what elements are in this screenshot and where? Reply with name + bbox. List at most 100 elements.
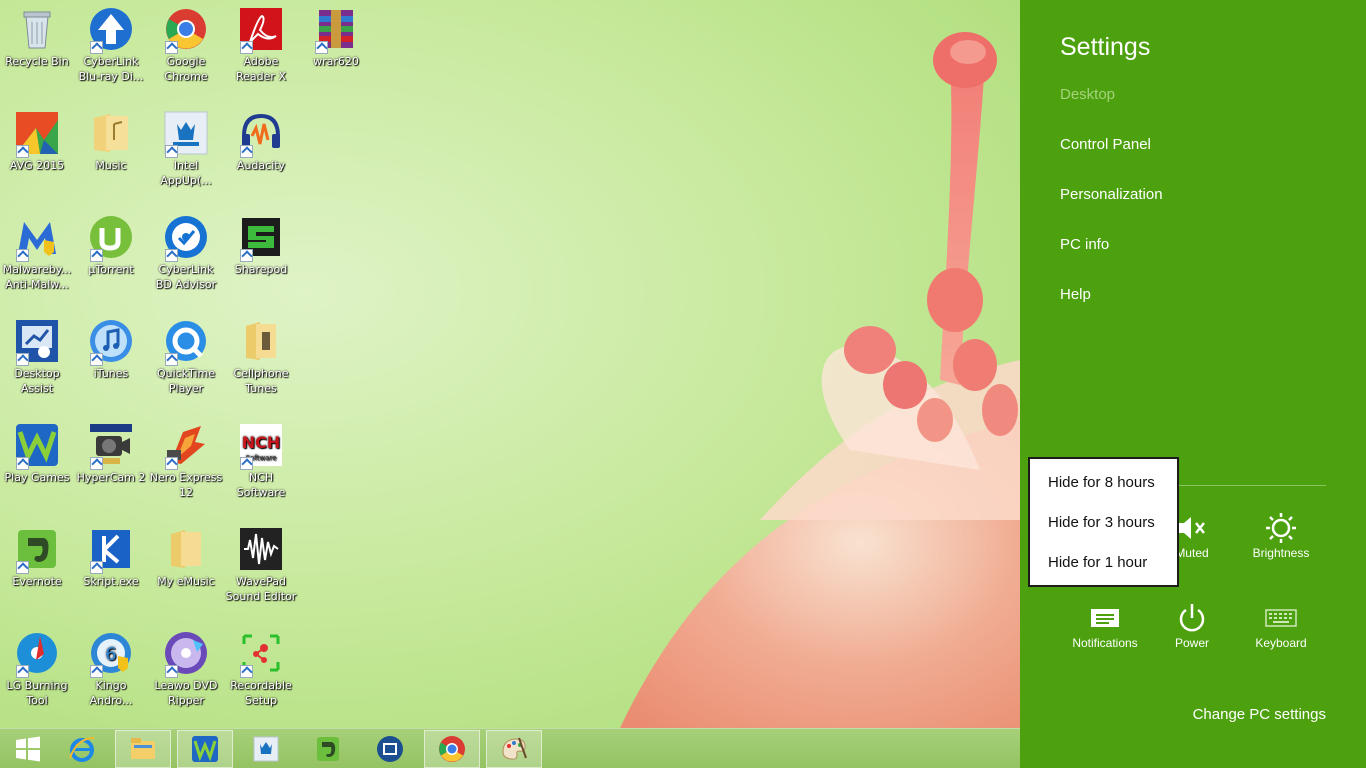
desktop-icon-evernote[interactable]: Evernote — [0, 526, 74, 589]
movie-maker-icon — [377, 736, 403, 762]
desktop-icon-adobe-reader[interactable]: Adobe Reader X — [224, 6, 298, 84]
desktop-icon-desktop-assist[interactable]: Desktop Assist — [0, 318, 74, 396]
intel-appup-icon — [253, 736, 279, 762]
icon-label: Kingo Andro... — [89, 679, 133, 707]
menu-item-hide-1-hour[interactable]: Hide for 1 hour — [1048, 554, 1147, 571]
shortcut-arrow-icon — [315, 41, 328, 54]
desktop-icon-lg-burning[interactable]: LG Burning Tool — [0, 630, 74, 708]
svg-text:6: 6 — [105, 644, 116, 665]
desktop-icon-recycle-bin[interactable]: Recycle Bin — [0, 6, 74, 69]
icon-label: Recordable Setup — [230, 679, 292, 707]
desktop-icon-skript[interactable]: Skript.exe — [74, 526, 148, 589]
desktop-icon-audacity[interactable]: Audacity — [224, 110, 298, 173]
shortcut-arrow-icon — [90, 249, 103, 262]
taskbar-paint[interactable] — [486, 730, 542, 768]
desktop-icon-kingo[interactable]: 6 Kingo Andro... — [74, 630, 148, 708]
desktop-icon-intel-appup[interactable]: Intel AppUp(... — [149, 110, 223, 188]
brightness-tile[interactable]: Brightness — [1236, 510, 1326, 576]
desktop-icon-quicktime[interactable]: QuickTime Player — [149, 318, 223, 396]
desktop-icon-nero[interactable]: Nero Express 12 — [149, 422, 223, 500]
desktop-icon-my-emusic[interactable]: My eMusic — [149, 526, 223, 589]
notifications-tile[interactable]: Notifications — [1060, 600, 1150, 666]
desktop-icon-music[interactable]: Music — [74, 110, 148, 173]
icon-label: Adobe Reader X — [236, 55, 286, 83]
keyboard-tile[interactable]: Keyboard — [1236, 600, 1326, 666]
desktop-icon-wavepad[interactable]: WavePad Sound Editor — [224, 526, 298, 604]
keyboard-label: Keyboard — [1255, 636, 1307, 650]
lg-burning-icon — [14, 630, 60, 678]
internet-explorer-icon — [69, 737, 95, 762]
icon-label: iTunes — [93, 367, 129, 380]
desktop-icon-avg[interactable]: AVG 2015 — [0, 110, 74, 173]
desktop-icon-itunes[interactable]: iTunes — [74, 318, 148, 381]
intel-appup-icon — [163, 110, 209, 158]
taskbar-file-explorer[interactable] — [115, 730, 171, 768]
change-pc-settings-link[interactable]: Change PC settings — [1193, 706, 1326, 723]
icon-label: Audacity — [236, 159, 286, 172]
icon-label: Malwareby... Anti-Malw... — [2, 263, 72, 291]
shortcut-arrow-icon — [240, 665, 253, 678]
start-button[interactable] — [0, 730, 56, 768]
chrome-icon — [439, 736, 465, 762]
taskbar-play-games[interactable] — [177, 730, 233, 768]
shortcut-arrow-icon — [240, 457, 253, 470]
notifications-hide-menu: Hide for 8 hours Hide for 3 hours Hide f… — [1028, 457, 1179, 587]
desktop: Recycle Bin AVG 2015 Malwareby... Anti-M… — [0, 0, 1020, 728]
settings-title: Settings — [1060, 33, 1151, 61]
desktop-icon-malwarebytes[interactable]: Malwareby... Anti-Malw... — [0, 214, 74, 292]
keyboard-icon — [1265, 609, 1297, 627]
shortcut-arrow-icon — [165, 665, 178, 678]
desktop-icon-leawo[interactable]: Leawo DVD Ripper — [149, 630, 223, 708]
wavepad-icon — [238, 526, 284, 572]
sharepod-icon — [238, 214, 284, 262]
taskbar-chrome[interactable] — [424, 730, 480, 768]
desktop-icon-cellphone-tunes[interactable]: Cellphone Tunes — [224, 318, 298, 396]
menu-item-hide-3-hours[interactable]: Hide for 3 hours — [1048, 514, 1155, 531]
icon-label: Skript.exe — [83, 575, 139, 588]
power-tile[interactable]: Power — [1147, 600, 1237, 666]
svg-text:NCH: NCH — [242, 433, 281, 452]
desktop-icon-wrar620[interactable]: wrar620 — [299, 6, 373, 69]
icon-label: Recycle Bin — [5, 55, 69, 68]
taskbar — [0, 728, 1020, 768]
settings-link-pc-info[interactable]: PC info — [1060, 236, 1109, 253]
settings-link-help[interactable]: Help — [1060, 286, 1091, 303]
desktop-icon-cyberlink-bd-advisor[interactable]: CyberLink BD Advisor — [149, 214, 223, 292]
taskbar-internet-explorer[interactable] — [54, 730, 110, 768]
cyberlink-bd-advisor-icon — [163, 214, 209, 262]
settings-link-control-panel[interactable]: Control Panel — [1060, 136, 1151, 153]
desktop-icon-sharepod[interactable]: Sharepod — [224, 214, 298, 277]
icon-label: Desktop Assist — [14, 367, 60, 395]
desktop-icon-hypercam[interactable]: HyperCam 2 — [74, 422, 148, 485]
desktop-icon-nch-software[interactable]: NCH Software NCH Software — [224, 422, 298, 500]
file-explorer-icon — [131, 738, 155, 759]
desktop-icon-recordable-setup[interactable]: Recordable Setup — [224, 630, 298, 708]
menu-item-hide-8-hours[interactable]: Hide for 8 hours — [1048, 474, 1155, 491]
icon-label: My eMusic — [157, 575, 215, 588]
icon-label: Music — [95, 159, 127, 172]
power-icon — [1179, 604, 1205, 632]
settings-link-personalization[interactable]: Personalization — [1060, 186, 1163, 203]
nch-icon: NCH Software — [238, 422, 284, 470]
play-games-icon — [192, 736, 218, 762]
itunes-icon — [88, 318, 134, 366]
desktop-icon-cyberlink-bluray[interactable]: CyberLink Blu-ray Di... — [74, 6, 148, 84]
taskbar-evernote[interactable] — [300, 730, 356, 768]
desktop-icon-google-chrome[interactable]: Google Chrome — [149, 6, 223, 84]
desktop-icon-play-games[interactable]: Play Games — [0, 422, 74, 485]
icon-label: AVG 2015 — [9, 159, 65, 172]
taskbar-intel-appup[interactable] — [238, 730, 294, 768]
nero-icon — [163, 422, 209, 470]
taskbar-movie-maker[interactable] — [362, 730, 418, 768]
shortcut-arrow-icon — [90, 457, 103, 470]
power-label: Power — [1174, 636, 1209, 650]
brightness-icon — [1266, 513, 1296, 543]
icon-label: CyberLink BD Advisor — [155, 263, 217, 291]
desktop-assist-icon — [14, 318, 60, 366]
shortcut-arrow-icon — [16, 561, 29, 574]
desktop-icon-utorrent[interactable]: µTorrent — [74, 214, 148, 277]
quicktime-icon — [163, 318, 209, 366]
icon-label: Sharepod — [234, 263, 288, 276]
avg-icon — [14, 110, 60, 158]
folder-icon — [238, 318, 284, 364]
